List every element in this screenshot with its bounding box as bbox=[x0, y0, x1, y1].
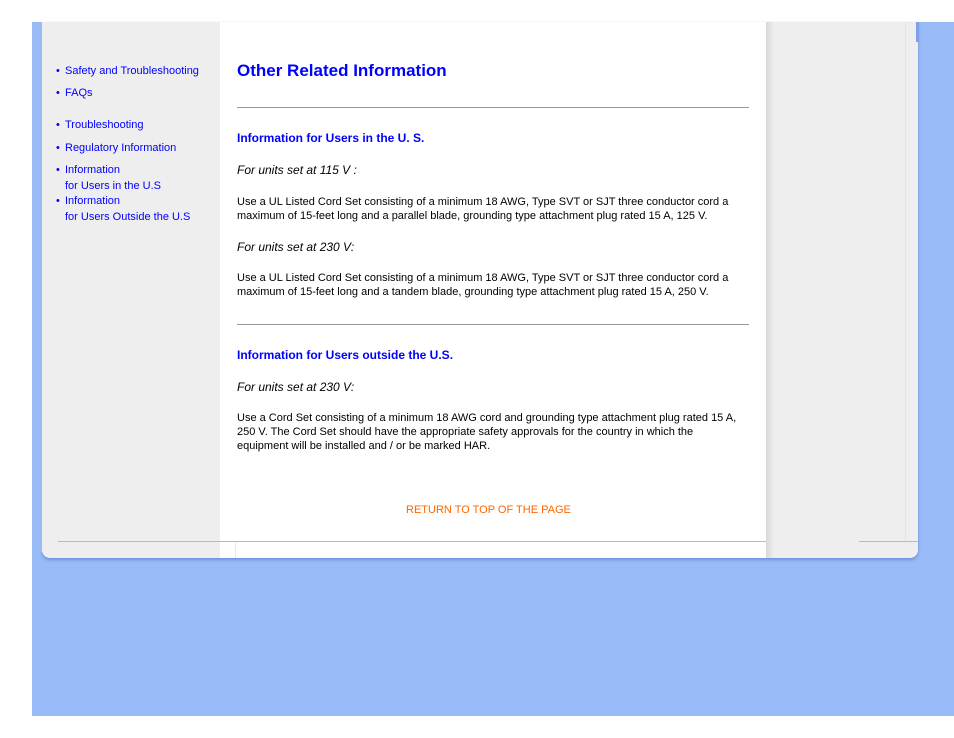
subheading-230v-us: For units set at 230 V: bbox=[237, 240, 355, 254]
sidebar-item-info-outside-us: • Information for Users Outside the U.S bbox=[56, 194, 190, 225]
return-to-top-link[interactable]: RETURN TO TOP OF THE PAGE bbox=[406, 504, 571, 516]
link-line2: for Users Outside the U.S bbox=[65, 210, 191, 223]
bullet-icon: • bbox=[56, 87, 60, 99]
sidebar-link-faqs[interactable]: FAQs bbox=[65, 86, 93, 102]
sidebar-link-info-us[interactable]: Information for Users in the U.S bbox=[65, 163, 161, 194]
sidebar-link-safety[interactable]: Safety and Troubleshooting bbox=[65, 64, 199, 80]
bullet-icon: • bbox=[56, 65, 60, 77]
sidebar-item-info-us: • Information for Users in the U.S bbox=[56, 163, 161, 194]
sidebar-item-faqs: • FAQs bbox=[56, 86, 93, 102]
section-heading-us: Information for Users in the U. S. bbox=[237, 131, 425, 145]
divider bbox=[237, 107, 749, 108]
right-edge-accent bbox=[916, 22, 919, 42]
divider bbox=[237, 324, 749, 325]
bottom-divider-right bbox=[859, 541, 918, 542]
link-line1: Information bbox=[65, 164, 121, 176]
subheading-230v-outside: For units set at 230 V: bbox=[237, 380, 355, 394]
frame-left-edge bbox=[32, 22, 42, 552]
link-line1: Information bbox=[65, 195, 121, 207]
bullet-icon: • bbox=[56, 164, 60, 176]
paragraph-115v: Use a UL Listed Cord Set consisting of a… bbox=[237, 196, 729, 222]
subheading-115v: For units set at 115 V : bbox=[237, 163, 357, 177]
sidebar-item-safety: • Safety and Troubleshooting bbox=[56, 64, 199, 80]
bottom-divider bbox=[58, 541, 766, 542]
sidebar-item-regulatory: • Regulatory Information bbox=[56, 141, 176, 157]
sidebar-link-info-outside-us[interactable]: Information for Users Outside the U.S bbox=[65, 194, 190, 225]
sidebar-link-troubleshooting[interactable]: Troubleshooting bbox=[65, 118, 143, 134]
bullet-icon: • bbox=[56, 119, 60, 131]
bullet-icon: • bbox=[56, 195, 60, 207]
section-heading-outside-us: Information for Users outside the U.S. bbox=[237, 348, 454, 362]
bottom-separator bbox=[235, 542, 236, 558]
right-panel-shadow bbox=[766, 22, 774, 558]
paragraph-230v-us: Use a UL Listed Cord Set consisting of a… bbox=[237, 272, 729, 298]
link-line2: for Users in the U.S bbox=[65, 179, 161, 192]
sidebar-item-troubleshooting: • Troubleshooting bbox=[56, 118, 143, 134]
page-title: Other Related Information bbox=[237, 61, 447, 80]
right-divider bbox=[905, 22, 906, 542]
bullet-icon: • bbox=[56, 142, 60, 154]
sidebar-link-regulatory[interactable]: Regulatory Information bbox=[65, 141, 176, 157]
paragraph-230v-outside: Use a Cord Set consisting of a minimum 1… bbox=[237, 412, 737, 452]
